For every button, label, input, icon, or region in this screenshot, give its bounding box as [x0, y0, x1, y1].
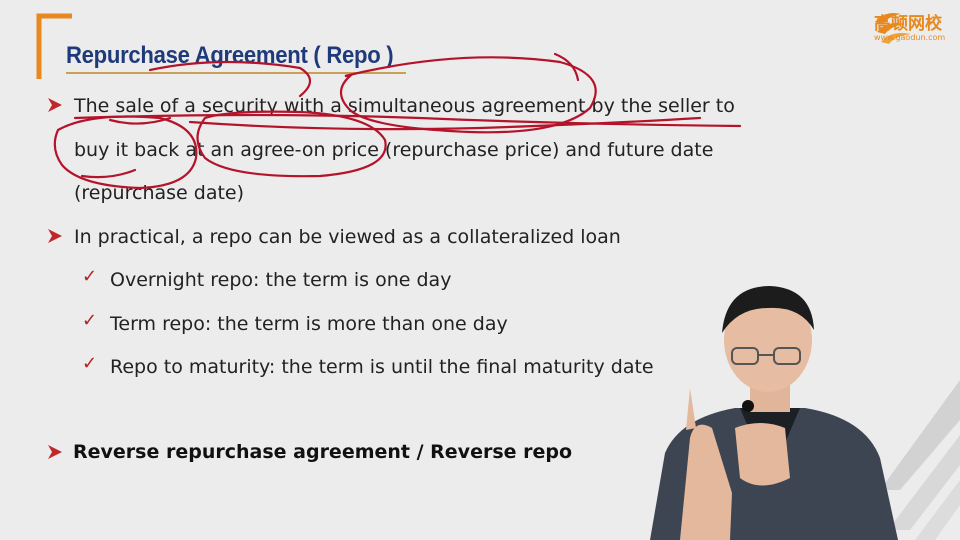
sub-bullet-maturity: Repo to maturity: the term is until the …: [110, 356, 654, 378]
logo-url: www.gaodun.com: [874, 33, 946, 42]
slide-title: Repurchase Agreement ( Repo ): [66, 42, 394, 69]
slide: Repurchase Agreement ( Repo ) 高顿网校 www.g…: [0, 0, 960, 540]
sub-bullet-overnight: Overnight repo: the term is one day: [110, 269, 452, 291]
checkmark-icon: ✓: [82, 353, 98, 374]
arrowhead-bullet-icon: [48, 229, 62, 243]
presenter-video-image: [650, 286, 898, 540]
bullet-2-text: In practical, a repo can be viewed as a …: [74, 226, 621, 248]
checkmark-icon: ✓: [82, 266, 98, 287]
bullet-1-line-2: buy it back at an agree-on price (repurc…: [74, 139, 714, 161]
sub-bullet-term: Term repo: the term is more than one day: [110, 313, 508, 335]
checkmark-icon: ✓: [82, 310, 98, 331]
title-underline: [66, 72, 406, 74]
logo-brand-name: 高顿网校: [874, 14, 942, 34]
arrowhead-bullet-icon: [48, 98, 62, 112]
bullet-3-text: Reverse repurchase agreement / Reverse r…: [73, 441, 573, 463]
bullet-1-line-1: The sale of a security with a simultaneo…: [74, 95, 735, 117]
arrowhead-bullet-icon: [48, 445, 62, 459]
bullet-1-line-3: (repurchase date): [74, 182, 245, 204]
